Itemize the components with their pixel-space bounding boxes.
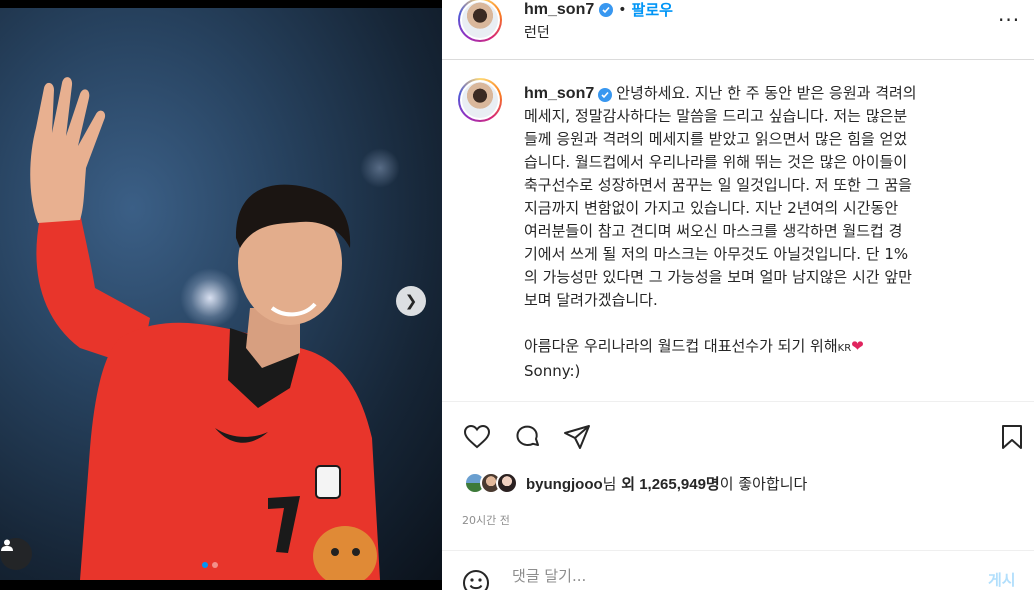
liker-avatars: [464, 472, 518, 494]
caption-line: 들께 응원과 격려의 메세지를 받았고 읽으면서 많은 힘을 얻었: [524, 130, 908, 148]
separator: •: [618, 1, 627, 18]
likes-summary: byungjooo님 외 1,265,949명이 좋아합니다: [464, 472, 807, 494]
caption-closing: 아름다운 우리나라의 월드컵 대표선수가 되기 위해: [524, 337, 838, 355]
player-photo: [30, 77, 380, 580]
follow-button[interactable]: 팔로우: [632, 0, 673, 20]
share-icon[interactable]: [562, 422, 592, 452]
caption-line: 여러분들이 참고 견디며 써오신 마스크를 생각하면 월드컵 경: [524, 222, 903, 240]
heart-icon[interactable]: [462, 422, 492, 452]
action-bar: [442, 418, 1034, 454]
caption-line: 아름다운 우리나라의 월드컵 대표선수가 되기 위해KR❤: [524, 335, 1006, 360]
header-user-row: hm_son7 • 팔로우: [524, 0, 673, 20]
likes-count[interactable]: 외 1,265,949명: [621, 476, 720, 493]
flag-kr: KR: [837, 343, 852, 354]
caption-line: 의 가능성만 있다면 그 가능성을 보며 얼마 남지않은 시간 앞만: [524, 268, 912, 286]
chevron-right-icon: ❯: [404, 292, 418, 310]
carousel-dot: [212, 562, 218, 568]
post-header: hm_son7 • 팔로우 런던 ···: [442, 0, 1034, 60]
comment-input[interactable]: [512, 567, 932, 585]
profile-photo: [462, 82, 498, 118]
caption-line: 기에서 쓰게 될 저의 마스크는 아무것도 아닐것입니다. 단 1%: [524, 245, 909, 263]
post-caption: hm_son7 안녕하세요. 지난 한 주 동안 받은 응원과 격려의 메세지, …: [442, 60, 1034, 402]
caption-line-text: 안녕하세요. 지난 한 주 동안 받은 응원과 격려의: [616, 84, 917, 102]
likes-text[interactable]: byungjooo님 외 1,265,949명이 좋아합니다: [526, 473, 807, 494]
comment-bar: 게시: [442, 550, 1034, 590]
likes-suffix: 이 좋아합니다: [719, 474, 808, 493]
user-tag-icon: [1, 539, 13, 551]
verified-badge-icon: [599, 2, 614, 17]
post-media[interactable]: ❯: [0, 8, 442, 580]
emoji-icon[interactable]: [462, 569, 490, 590]
liker-username[interactable]: byungjooo: [526, 476, 603, 493]
post-comment-button[interactable]: 게시: [988, 569, 1016, 590]
caption-line: 축구선수로 성장하면서 꿈꾸는 일 일것입니다. 저 또한 그 꿈을: [524, 176, 912, 194]
heart-emoji: ❤: [851, 337, 864, 355]
next-image-button[interactable]: ❯: [396, 286, 426, 316]
avatar[interactable]: [458, 78, 502, 122]
caption-line: 습니다. 월드컵에서 우리나라를 위해 뛰는 것은 많은 아이들이: [524, 153, 908, 171]
tagged-users-button[interactable]: [0, 538, 32, 570]
caption-signoff: Sonny:): [524, 362, 581, 380]
more-options-icon[interactable]: ···: [998, 8, 1020, 32]
location-link[interactable]: 런던: [524, 22, 550, 42]
caption-line: 메세지, 정말감사하다는 말씀을 드리고 싶습니다. 저는 많은분: [524, 107, 908, 125]
caption-line: 보며 달려가겠습니다.: [524, 291, 658, 309]
caption-line: 지금까지 변함없이 가지고 있습니다. 지난 2년여의 시간동안: [524, 199, 899, 217]
carousel-indicator: [202, 562, 218, 568]
username-link[interactable]: hm_son7: [524, 1, 594, 19]
comment-icon[interactable]: [512, 422, 542, 452]
likes-suffix: 님: [602, 474, 622, 493]
profile-photo: [462, 2, 498, 38]
verified-badge-icon: [598, 88, 613, 102]
caption-username-link[interactable]: hm_son7: [524, 85, 594, 102]
post-timestamp[interactable]: 20시간 전: [462, 512, 510, 528]
post-detail-panel: hm_son7 • 팔로우 런던 ··· hm_son7 안녕하세요. 지난 한 …: [442, 0, 1034, 590]
bookmark-icon[interactable]: [997, 422, 1027, 452]
avatar[interactable]: [458, 0, 502, 42]
liker-avatar[interactable]: [496, 472, 518, 494]
carousel-dot: [202, 562, 208, 568]
caption-text: hm_son7 안녕하세요. 지난 한 주 동안 받은 응원과 격려의 메세지, …: [524, 82, 1006, 383]
caption-line: hm_son7 안녕하세요. 지난 한 주 동안 받은 응원과 격려의: [524, 82, 1006, 105]
